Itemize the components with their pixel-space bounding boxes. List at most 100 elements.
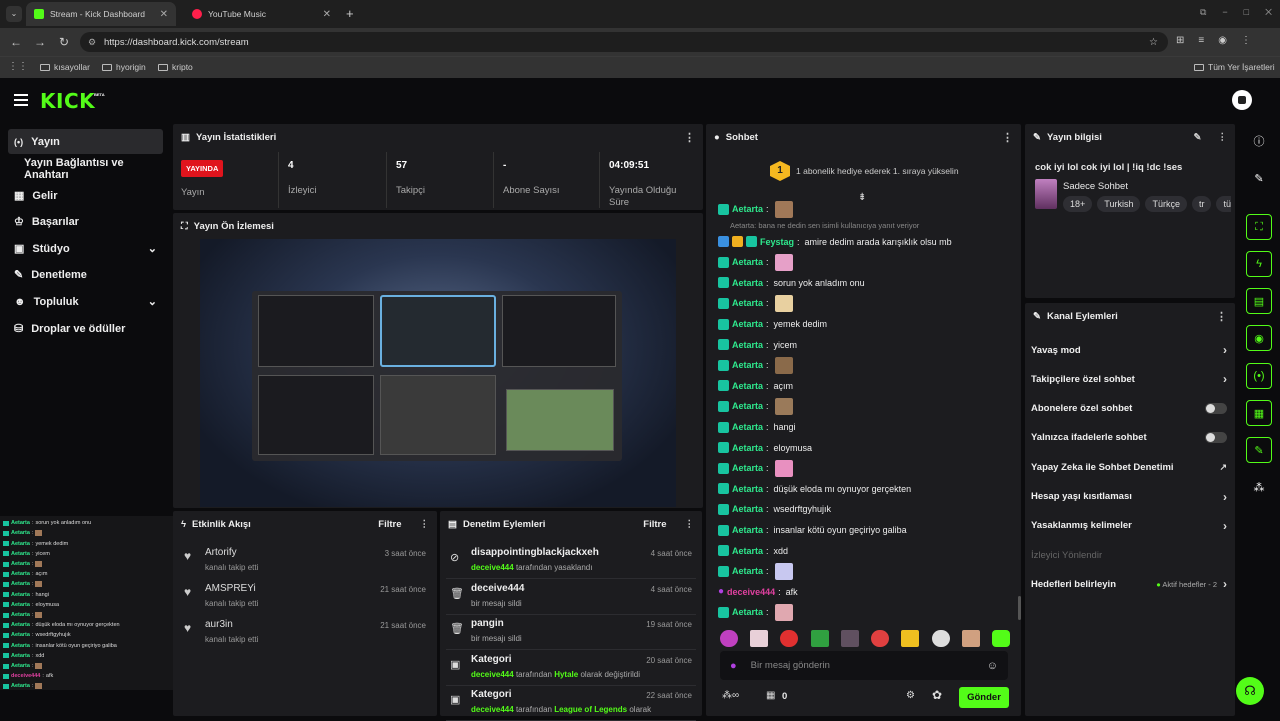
tag[interactable]: Turkish bbox=[1097, 196, 1141, 212]
chat-message[interactable]: Aetarta: bbox=[718, 602, 793, 622]
moderation-item[interactable]: ▣ Kategori deceive444 tarafından Hytale ol… bbox=[446, 652, 696, 686]
window-controls[interactable]: ⧉−□✕ bbox=[1200, 7, 1280, 18]
filter-button[interactable]: Filtre bbox=[643, 519, 666, 530]
chat-username[interactable]: Aetarta bbox=[732, 360, 763, 370]
activity-user[interactable]: aur3in bbox=[205, 619, 233, 630]
activity-item[interactable]: ♥ Artorify kanalı takip etti 3 saat önce bbox=[180, 545, 430, 579]
channel-action-item[interactable]: Yapay Zeka ile Sohbet Denetimi ↗ bbox=[1031, 454, 1227, 480]
activity-item[interactable]: ♥ AMSPREYi kanalı takip etti 21 saat önce bbox=[180, 581, 430, 615]
chat-username[interactable]: Aetarta bbox=[732, 463, 763, 473]
channel-action-item[interactable]: Yavaş mod › bbox=[1031, 337, 1227, 363]
tab-youtube-music[interactable]: YouTube Music ✕ bbox=[184, 2, 339, 26]
tag[interactable]: 18+ bbox=[1063, 196, 1093, 212]
chat-bubble-icon[interactable]: ◉ bbox=[1246, 325, 1272, 351]
new-tab-icon[interactable]: + bbox=[346, 6, 354, 21]
emote-image[interactable] bbox=[774, 562, 793, 580]
tag[interactable]: Türkçe bbox=[1145, 196, 1187, 212]
emote-image[interactable] bbox=[774, 253, 793, 271]
chat-username[interactable]: Aetarta bbox=[732, 278, 763, 288]
bookmark-folder[interactable]: kısayollar bbox=[40, 62, 90, 72]
chat-message[interactable]: Aetarta: bbox=[718, 355, 793, 375]
chat-username[interactable]: Aetarta bbox=[732, 381, 763, 391]
sidebar-item-gelir[interactable]: ▦ Gelir bbox=[8, 183, 163, 208]
sidebar-item-denetleme[interactable]: ✎ Denetleme bbox=[8, 262, 163, 287]
lightning-icon[interactable]: ϟ bbox=[1246, 251, 1272, 277]
emote-icon[interactable] bbox=[871, 630, 890, 647]
document-icon[interactable]: ▤ bbox=[1246, 288, 1272, 314]
channel-action-item[interactable]: Yasaklanmış kelimeler › bbox=[1031, 513, 1227, 539]
chat-message[interactable]: Aetarta: insanlar kötü oyun geçiriyo gali… bbox=[718, 520, 907, 540]
chat-message[interactable]: Aetarta: bbox=[718, 458, 793, 478]
more-options-icon[interactable]: ⋮ bbox=[1002, 131, 1013, 144]
wrench-icon[interactable]: ✎ bbox=[1246, 437, 1272, 463]
chat-message[interactable]: Aetarta: bbox=[718, 561, 793, 581]
chat-username[interactable]: Aetarta bbox=[732, 340, 763, 350]
activity-item[interactable]: ♥ aur3in kanalı takip etti 21 saat önce bbox=[180, 617, 430, 651]
toggle-switch[interactable] bbox=[1205, 403, 1227, 415]
filter-button[interactable]: Filtre bbox=[378, 519, 401, 530]
chat-username[interactable]: Aetarta bbox=[732, 319, 763, 329]
chat-message[interactable]: Aetarta: eloymusa bbox=[718, 438, 812, 458]
channel-points-icon[interactable]: ⁂∞ bbox=[722, 690, 739, 701]
channel-action-item[interactable]: Yalnızca ifadelerle sohbet bbox=[1031, 425, 1227, 451]
toggle-switch[interactable] bbox=[1205, 432, 1227, 444]
chat-username[interactable]: Feystag bbox=[760, 237, 794, 247]
chat-message[interactable]: Aetarta: yemek dedim bbox=[718, 314, 827, 334]
emote-icon[interactable] bbox=[720, 630, 738, 647]
chat-username[interactable]: deceive444 bbox=[727, 587, 775, 597]
more-options-icon[interactable]: ⋮ bbox=[684, 131, 695, 144]
moderator-name[interactable]: deceive444 bbox=[471, 563, 514, 572]
category-thumbnail[interactable] bbox=[1035, 179, 1057, 209]
hamburger-menu-icon[interactable] bbox=[14, 94, 28, 106]
more-options-icon[interactable]: ⋮ bbox=[685, 519, 695, 530]
emote-icon[interactable] bbox=[901, 630, 920, 647]
chat-username[interactable]: Aetarta bbox=[732, 546, 763, 556]
chat-scrollbar[interactable] bbox=[1018, 596, 1021, 620]
send-button[interactable]: Gönder bbox=[959, 687, 1009, 708]
sidebar-item-yayin[interactable]: (•) Yayın bbox=[8, 129, 163, 154]
microphone-icon[interactable]: ● bbox=[730, 660, 737, 672]
community-icon[interactable]: ⁂ bbox=[1246, 474, 1272, 500]
gift-leaderboard-text[interactable]: 1 abonelik hediye ederek 1. sıraya yükse… bbox=[796, 166, 959, 176]
emote-image[interactable] bbox=[774, 356, 793, 374]
moderation-item[interactable]: ⊘ disappointingblackjackxeh deceive444 tar… bbox=[446, 545, 696, 579]
chat-message[interactable]: Aetarta: yicem bbox=[718, 335, 797, 355]
chat-username[interactable]: Aetarta bbox=[732, 484, 763, 494]
back-icon[interactable]: ← bbox=[4, 35, 28, 49]
broadcast-icon[interactable]: (•) bbox=[1246, 363, 1272, 389]
emote-image[interactable] bbox=[774, 200, 793, 218]
emoji-icon[interactable]: ☺ bbox=[987, 660, 998, 672]
address-bar[interactable]: ⚙ https://dashboard.kick.com/stream ☆ bbox=[80, 32, 1168, 52]
preview-icon[interactable]: ⛶ bbox=[1246, 214, 1272, 240]
sidebar-item-topluluk[interactable]: ☻ Topluluk ⌄ bbox=[8, 289, 163, 314]
layout-icon[interactable]: ▦ bbox=[1246, 400, 1272, 426]
bot-icon[interactable]: ✿ bbox=[932, 688, 942, 702]
channel-action-item[interactable]: Hesap yaşı kısıtlaması › bbox=[1031, 484, 1227, 510]
category-name[interactable]: Sadece Sohbet bbox=[1063, 181, 1128, 192]
chat-username[interactable]: Aetarta bbox=[732, 607, 763, 617]
emote-image[interactable] bbox=[774, 397, 793, 415]
chat-username[interactable]: Aetarta bbox=[732, 422, 763, 432]
moderator-name[interactable]: deceive444 bbox=[471, 670, 514, 679]
bookmark-folder[interactable]: kripto bbox=[158, 62, 193, 72]
user-avatar[interactable] bbox=[1232, 90, 1252, 110]
chat-message[interactable]: Feystag: amire dedim arada karışıklık ols… bbox=[718, 232, 952, 252]
sidebar-item-studyo[interactable]: ▣ Stüdyo ⌄ bbox=[8, 236, 163, 261]
emote-icon[interactable] bbox=[961, 630, 980, 647]
chat-message[interactable]: Aetarta: hangi bbox=[718, 417, 796, 437]
support-headset-icon[interactable]: ☊ bbox=[1236, 677, 1264, 705]
emote-icon[interactable] bbox=[991, 630, 1010, 647]
sidebar-item-droplar[interactable]: ⛁ Droplar ve ödüller bbox=[8, 316, 163, 341]
more-options-icon[interactable]: ⋮ bbox=[1216, 310, 1227, 323]
bookmark-star-icon[interactable]: ☆ bbox=[1149, 37, 1158, 48]
more-options-icon[interactable]: ⋮ bbox=[1218, 132, 1228, 143]
apps-grid-icon[interactable]: ⋮⋮ bbox=[8, 61, 28, 72]
tab-search-icon[interactable]: ⌄ bbox=[6, 6, 22, 22]
emote-icon[interactable] bbox=[810, 630, 829, 647]
emote-icon[interactable] bbox=[780, 630, 799, 647]
edit-pencil-icon[interactable]: ✎ bbox=[1194, 132, 1202, 143]
emote-image[interactable] bbox=[774, 603, 793, 621]
moderator-name[interactable]: deceive444 bbox=[471, 705, 514, 714]
chat-message[interactable]: ● deceive444: afk bbox=[718, 582, 798, 602]
chat-username[interactable]: Aetarta bbox=[732, 401, 763, 411]
